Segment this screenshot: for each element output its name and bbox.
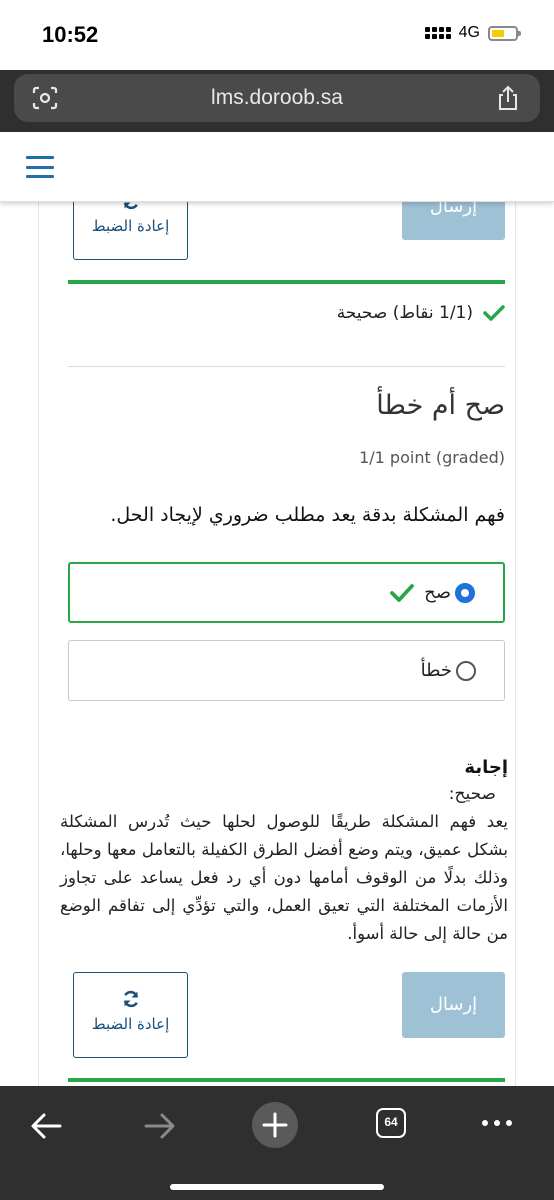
check-icon — [390, 583, 414, 602]
option-false[interactable]: خطأ — [68, 640, 505, 701]
address-bar[interactable]: lms.doroob.sa — [14, 74, 540, 122]
browser-bottom-bar: 64 — [0, 1086, 554, 1200]
home-indicator — [170, 1184, 384, 1190]
signal-icon — [424, 27, 451, 39]
plus-icon — [262, 1112, 288, 1138]
answer-text: يعد فهم المشكلة طريقًا للوصول لحلها حيث … — [60, 812, 508, 943]
question-text: فهم المشكلة بدقة يعد مطلب ضروري لإيجاد ا… — [110, 504, 505, 526]
problem-separator — [68, 1078, 505, 1082]
more-icon[interactable] — [482, 1120, 512, 1126]
submit-button-previous[interactable]: إرسال — [402, 202, 505, 240]
option-label: صح — [424, 582, 451, 603]
answer-heading: إجابة — [464, 757, 508, 778]
submit-button[interactable]: إرسال — [402, 972, 505, 1038]
answer-label: صحيح: — [448, 784, 496, 804]
tabs-icon[interactable]: 64 — [376, 1108, 406, 1138]
reset-label: إعادة الضبط — [91, 1015, 170, 1033]
card-border-right — [515, 202, 516, 1086]
hamburger-icon[interactable] — [26, 156, 54, 178]
option-true[interactable]: صح — [68, 562, 505, 623]
reset-button[interactable]: إعادة الضبط — [73, 972, 188, 1058]
radio-false[interactable] — [456, 660, 476, 681]
network-type: 4G — [458, 24, 480, 41]
browser-toolbar: lms.doroob.sa — [0, 70, 554, 132]
card-border-left — [38, 202, 39, 1086]
reset-button-previous[interactable]: إعادة الضبط — [73, 202, 188, 260]
result-text: (1/1 نقاط) صحيحة — [336, 303, 473, 323]
check-icon — [483, 305, 505, 321]
option-label: خطأ — [420, 660, 452, 681]
reset-label: إعادة الضبط — [91, 217, 170, 235]
problem-points: 1/1 point (graded) — [359, 448, 505, 467]
battery-icon — [488, 25, 521, 41]
back-icon[interactable] — [26, 1106, 66, 1146]
answer-explanation: إجابة صحيح: يعد فهم المشكلة طريقًا للوصو… — [60, 757, 508, 948]
problem-title: صح أم خطأ — [376, 390, 505, 421]
divider — [68, 366, 505, 367]
result-status: (1/1 نقاط) صحيحة — [68, 298, 505, 328]
forward-icon[interactable] — [140, 1106, 180, 1146]
share-icon[interactable] — [496, 84, 520, 112]
url-text: lms.doroob.sa — [211, 86, 343, 109]
status-time: 10:52 — [42, 22, 99, 47]
site-header — [0, 132, 554, 202]
problem-separator — [68, 280, 505, 284]
status-bar: 10:52 4G — [0, 0, 554, 70]
refresh-icon — [123, 990, 138, 1008]
new-tab-button[interactable] — [252, 1102, 298, 1148]
problem-content: إعادة الضبط إرسال (1/1 نقاط) صحيحة صح أم… — [0, 202, 554, 1086]
status-icons: 4G — [424, 24, 521, 42]
refresh-icon — [123, 202, 138, 210]
radio-true[interactable] — [455, 582, 475, 603]
